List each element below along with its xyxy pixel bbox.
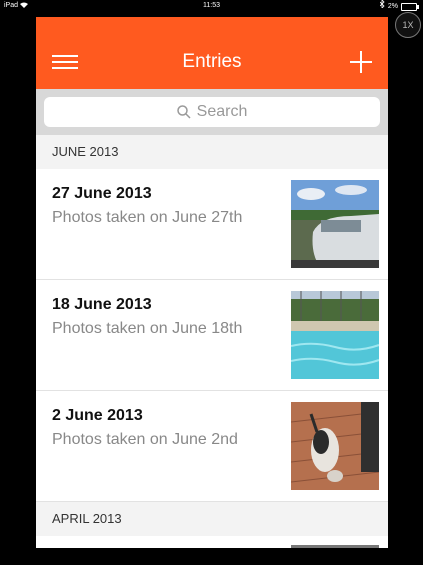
pool-photo-thumbnail bbox=[291, 291, 379, 379]
next-entry-thumbnail-peek bbox=[291, 545, 379, 548]
battery-icon bbox=[401, 2, 419, 11]
plus-icon[interactable] bbox=[350, 51, 372, 73]
section-header-june: JUNE 2013 bbox=[36, 135, 388, 169]
search-icon bbox=[176, 105, 191, 119]
entry-subtitle: Photos taken on June 2nd bbox=[52, 431, 238, 448]
entry-title: 2 June 2013 bbox=[52, 407, 143, 424]
entry-subtitle: Photos taken on June 27th bbox=[52, 209, 243, 226]
search-input[interactable]: Search bbox=[44, 97, 380, 127]
car-photo-thumbnail bbox=[291, 180, 379, 268]
status-right: 2% bbox=[379, 0, 419, 13]
search-placeholder: Search bbox=[196, 103, 248, 120]
entry-title: 27 June 2013 bbox=[52, 185, 152, 202]
entry-subtitle: Photos taken on June 18th bbox=[52, 320, 243, 337]
status-time: 11:53 bbox=[203, 2, 220, 9]
search-bar: Search bbox=[36, 89, 388, 135]
dog-photo-thumbnail bbox=[291, 402, 379, 490]
navigation-bar: Entries bbox=[36, 17, 388, 89]
page-title: Entries bbox=[182, 51, 242, 72]
zoom-1x-button[interactable]: 1X bbox=[395, 12, 421, 38]
entry-title: 18 June 2013 bbox=[52, 296, 152, 313]
entry-row[interactable]: 2 June 2013 Photos taken on June 2nd bbox=[36, 391, 388, 502]
section-header-april: APRIL 2013 bbox=[36, 502, 388, 536]
battery-percent: 2% bbox=[387, 2, 398, 10]
entry-row[interactable]: 27 June 2013 Photos taken on June 27th bbox=[36, 169, 388, 280]
app-window: Entries Search JUNE 2013 27 June 2013 Ph… bbox=[36, 17, 388, 548]
bluetooth-icon bbox=[379, 0, 385, 13]
entry-row[interactable]: 18 June 2013 Photos taken on June 18th bbox=[36, 280, 388, 391]
status-bar: iPad 11:53 2% bbox=[0, 0, 423, 12]
